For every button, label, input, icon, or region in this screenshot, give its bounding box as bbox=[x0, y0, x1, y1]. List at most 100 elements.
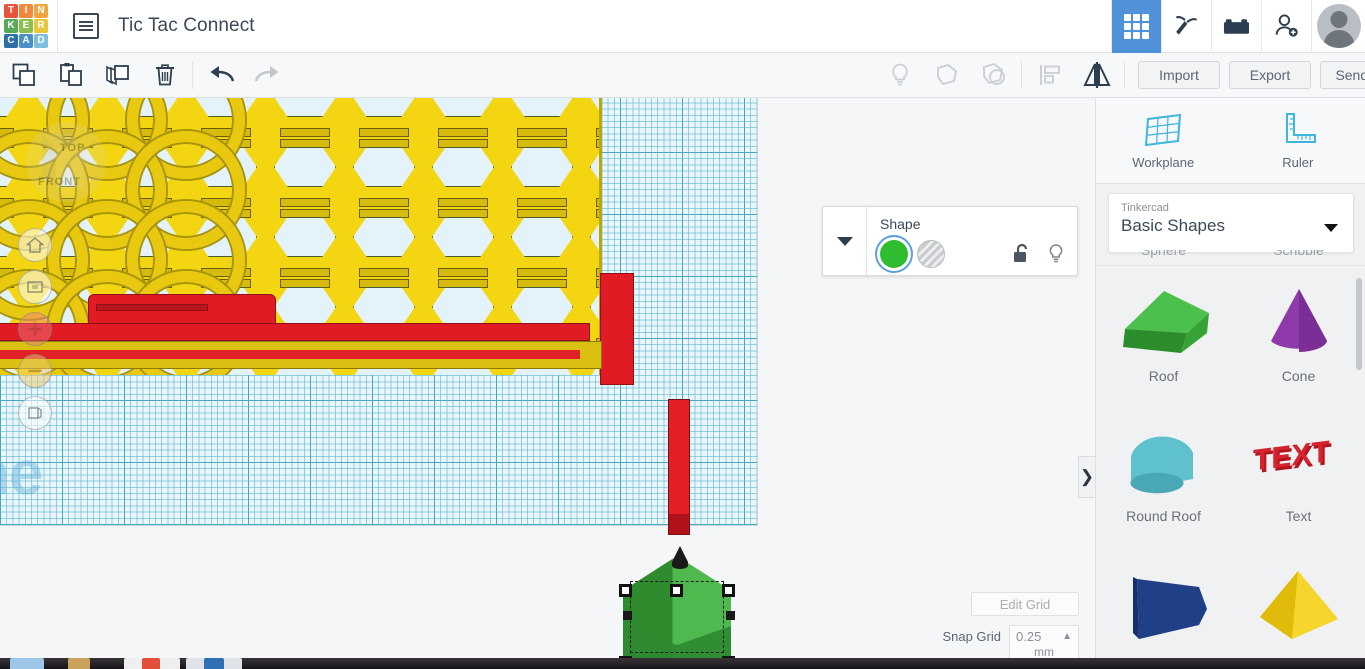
workplane-tool[interactable]: Workplane bbox=[1096, 98, 1231, 184]
red-rail-right[interactable] bbox=[600, 273, 634, 385]
grid-icon bbox=[1124, 13, 1149, 39]
triangle-down-icon bbox=[836, 237, 853, 246]
delete-button[interactable] bbox=[141, 53, 188, 98]
align-button bbox=[1026, 53, 1073, 98]
workplane-grid-icon bbox=[1145, 113, 1182, 147]
user-avatar-image bbox=[1316, 4, 1361, 48]
redo-arrow-icon bbox=[254, 66, 278, 82]
shape-item-pyramid[interactable] bbox=[1231, 546, 1365, 669]
logo-letter-t: T bbox=[4, 3, 18, 18]
hex-cell bbox=[345, 123, 423, 193]
import-button[interactable]: Import bbox=[1138, 61, 1220, 89]
scale-handle-mr[interactable] bbox=[726, 611, 735, 620]
grid-controls: Edit Grid Snap Grid 0.25 ▲ mm bbox=[819, 592, 1079, 663]
undo-arrow-icon bbox=[210, 66, 234, 82]
shape-list-scrollbar[interactable] bbox=[1356, 278, 1362, 370]
caret-up-icon: ▲ bbox=[1062, 631, 1072, 642]
library-category-label: Tinkercad bbox=[1121, 202, 1169, 214]
scale-handle-tc[interactable] bbox=[670, 584, 683, 597]
ruler-tool-label: Ruler bbox=[1282, 155, 1314, 170]
selected-shape-roof[interactable] bbox=[615, 546, 739, 669]
lightbulb-icon[interactable] bbox=[1047, 243, 1065, 264]
shape-label-round-roof: Round Roof bbox=[1126, 508, 1201, 524]
edit-grid-button[interactable]: Edit Grid bbox=[971, 592, 1079, 616]
scale-handle-tl[interactable] bbox=[619, 584, 632, 597]
perspective-toggle-button[interactable] bbox=[18, 396, 52, 430]
send-to-button[interactable]: Send To bbox=[1320, 61, 1365, 89]
round-roof-thumbnail bbox=[1111, 420, 1217, 508]
avatar[interactable] bbox=[1311, 0, 1365, 53]
group-shapes-icon bbox=[936, 63, 957, 86]
shape-list[interactable]: Sphere Scribble Roof Cone Round Roof TEX… bbox=[1096, 250, 1365, 669]
panel-collapse-chevron[interactable]: ❯ bbox=[1078, 456, 1095, 498]
minecraft-button[interactable] bbox=[1161, 0, 1211, 53]
shape-grid: Roof Cone Round Roof TEXT TEXT Text bbox=[1096, 266, 1365, 669]
hex-cell bbox=[582, 193, 599, 263]
paste-button[interactable] bbox=[47, 53, 94, 98]
shape-item-round-roof[interactable]: Round Roof bbox=[1096, 406, 1231, 546]
blocks-button[interactable] bbox=[1211, 0, 1261, 53]
shape-label-roof: Roof bbox=[1148, 368, 1179, 384]
height-handle[interactable] bbox=[672, 546, 688, 569]
shape-item-roof[interactable]: Roof bbox=[1096, 266, 1231, 406]
align-icon bbox=[1039, 65, 1060, 85]
page-title: Tic Tac Connect bbox=[118, 15, 255, 36]
red-rail-long[interactable] bbox=[0, 323, 590, 341]
hex-cell bbox=[424, 123, 502, 193]
ungroup-button bbox=[970, 53, 1017, 98]
hex-cell bbox=[503, 193, 581, 263]
copy-button[interactable] bbox=[0, 53, 47, 98]
hole-swatch[interactable] bbox=[917, 240, 945, 268]
apps-grid-button[interactable] bbox=[1111, 0, 1161, 53]
3d-canvas[interactable]: ne bbox=[0, 98, 1095, 669]
wedge-thumbnail bbox=[1109, 560, 1219, 648]
inspector-title: Shape bbox=[880, 216, 921, 232]
gold-rail-inlay bbox=[0, 350, 580, 359]
shape-item-wedge[interactable] bbox=[1096, 546, 1231, 669]
list-icon[interactable] bbox=[73, 13, 99, 39]
hole-toggle-button bbox=[876, 53, 923, 98]
snap-grid-row: Snap Grid 0.25 ▲ mm bbox=[819, 616, 1079, 663]
taskbar-icon-4[interactable] bbox=[142, 658, 160, 669]
hex-cell bbox=[266, 193, 344, 263]
zoom-in-button[interactable] bbox=[18, 312, 52, 346]
text-thumbnail: TEXT TEXT bbox=[1249, 420, 1349, 508]
ungroup-shapes-icon bbox=[982, 62, 1005, 85]
mirror-button[interactable] bbox=[1073, 53, 1120, 98]
solid-color-swatch[interactable] bbox=[880, 240, 908, 268]
home-view-button[interactable] bbox=[18, 228, 52, 262]
view-cube-front-label: FRONT bbox=[38, 176, 81, 188]
shape-library-select[interactable]: Tinkercad Basic Shapes bbox=[1108, 193, 1354, 253]
tinkercad-logo[interactable]: TIN KER CAD bbox=[3, 3, 49, 50]
shape-item-text[interactable]: TEXT TEXT Text bbox=[1231, 406, 1365, 546]
hex-cell bbox=[503, 98, 581, 123]
snap-grid-label: Snap Grid bbox=[942, 629, 1001, 644]
library-name-label: Basic Shapes bbox=[1121, 216, 1225, 235]
undo-button[interactable] bbox=[197, 53, 244, 98]
inspector-icon-group bbox=[1012, 243, 1065, 264]
model-geometry[interactable] bbox=[0, 98, 760, 535]
unlocked-padlock-icon[interactable] bbox=[1012, 243, 1031, 264]
copy-icon bbox=[12, 63, 35, 86]
workplane-tool-label: Workplane bbox=[1132, 155, 1195, 170]
taskbar-icon-2[interactable] bbox=[68, 658, 90, 669]
ruler-tool[interactable]: Ruler bbox=[1231, 98, 1365, 184]
scale-handle-ml[interactable] bbox=[623, 611, 632, 620]
export-button[interactable]: Export bbox=[1229, 61, 1311, 89]
clipped-row-labels: Sphere Scribble bbox=[1096, 250, 1365, 266]
home-icon bbox=[26, 237, 44, 253]
duplicate-button[interactable] bbox=[94, 53, 141, 98]
scale-handle-tr[interactable] bbox=[722, 584, 735, 597]
group-button bbox=[923, 53, 970, 98]
fit-to-view-button[interactable] bbox=[18, 270, 52, 304]
taskbar-icon-6[interactable] bbox=[204, 658, 224, 669]
shape-item-cone[interactable]: Cone bbox=[1231, 266, 1365, 406]
red-vertical-bar[interactable] bbox=[668, 399, 690, 535]
hex-cell bbox=[345, 193, 423, 263]
inspector-collapse-button[interactable] bbox=[823, 207, 867, 275]
view-cube[interactable]: TOP FRONT bbox=[20, 116, 112, 208]
zoom-out-button[interactable] bbox=[18, 354, 52, 388]
taskbar-icon-1[interactable] bbox=[10, 658, 44, 669]
invite-button[interactable] bbox=[1261, 0, 1311, 53]
hex-cell bbox=[424, 98, 502, 123]
